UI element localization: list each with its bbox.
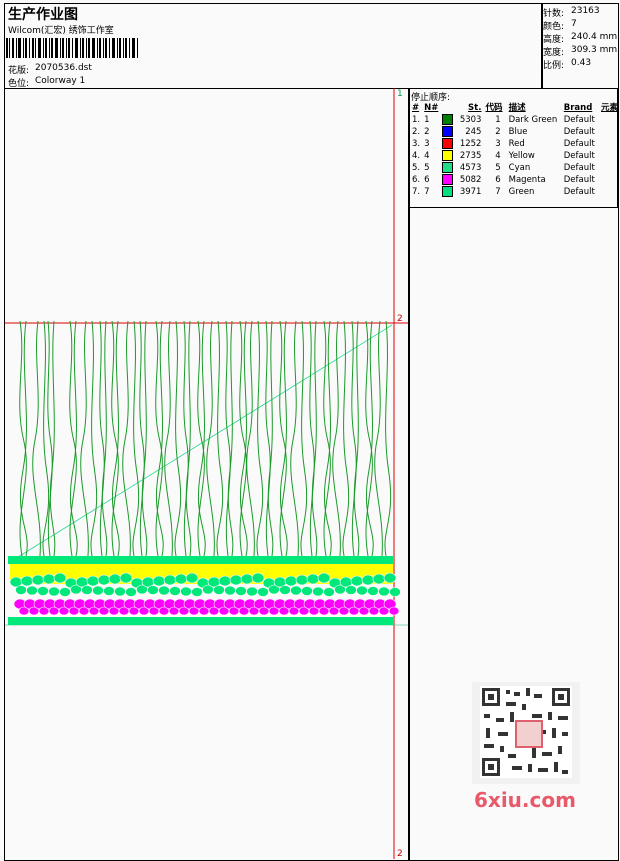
stone	[92, 585, 104, 596]
grass-strand	[47, 320, 53, 557]
stone	[389, 587, 401, 597]
grass-strand	[122, 320, 131, 557]
stone	[229, 574, 243, 586]
grass-strand	[227, 320, 234, 557]
stone	[59, 587, 71, 597]
stone	[103, 586, 115, 596]
grass-strand	[49, 320, 56, 557]
stone	[224, 585, 236, 596]
stone	[15, 585, 27, 595]
stone	[20, 575, 34, 587]
stone	[378, 586, 390, 597]
grass-strand	[342, 320, 350, 557]
grass-strand	[225, 320, 231, 557]
stone	[323, 587, 335, 597]
stone	[191, 587, 203, 597]
stone	[42, 573, 56, 585]
grass-strand	[300, 320, 308, 557]
stone	[169, 586, 181, 596]
grass-strands	[19, 320, 392, 557]
stone	[158, 585, 170, 596]
grass-strand	[290, 320, 299, 557]
stone	[53, 572, 67, 584]
stone	[119, 572, 133, 584]
grass-strand	[174, 320, 182, 557]
grass-strand	[246, 320, 255, 557]
grass-strand	[101, 320, 108, 557]
stone	[367, 586, 379, 596]
stone	[345, 585, 357, 595]
stone	[240, 573, 254, 585]
stone	[350, 575, 364, 587]
grass-strand	[42, 320, 50, 557]
grass-strand	[309, 320, 315, 557]
stone-cluster	[9, 572, 401, 616]
grass-strand	[185, 320, 192, 557]
production-sheet: 生产作业图 Wilcom(汇宏) 绣饰工作室 花版: 2070536.dst 色…	[0, 0, 620, 861]
grass-strand	[164, 320, 173, 557]
stone	[147, 585, 159, 595]
marker-1: 1	[397, 89, 403, 99]
grass-strand	[32, 320, 41, 557]
grass-strand	[216, 320, 224, 557]
stone	[213, 585, 225, 595]
stone	[108, 573, 122, 585]
stone	[48, 586, 60, 597]
stone	[388, 606, 400, 616]
red-seal-stamp	[515, 720, 543, 748]
marker-2: 2	[397, 314, 403, 324]
grass-strand	[256, 320, 264, 557]
stone	[284, 575, 298, 587]
stone	[180, 586, 192, 597]
top-green-band	[8, 556, 393, 564]
stone	[306, 573, 320, 585]
grass-strand	[90, 320, 98, 557]
grass-strand	[265, 320, 271, 557]
stone	[86, 575, 100, 587]
stone	[356, 585, 368, 596]
stone	[26, 585, 38, 596]
stone	[81, 585, 93, 595]
grass-strand	[80, 320, 89, 557]
stone	[125, 587, 137, 597]
stone	[361, 574, 375, 586]
stone	[163, 574, 177, 586]
stone	[218, 575, 232, 587]
grass-strand	[353, 320, 360, 557]
grass-strand	[206, 320, 215, 557]
stone	[257, 587, 269, 597]
stone	[174, 573, 188, 585]
stone	[251, 572, 265, 584]
stone	[290, 585, 302, 596]
grass-strand	[267, 320, 274, 557]
grass-strand	[374, 320, 383, 557]
bottom-green-band	[8, 617, 393, 625]
grass-strand	[139, 320, 145, 557]
grass-strand	[183, 320, 189, 557]
grass-strand	[311, 320, 318, 557]
stone	[152, 575, 166, 587]
stone	[97, 574, 111, 586]
stone	[235, 586, 247, 596]
stone	[317, 572, 331, 584]
grass-strand	[141, 320, 148, 557]
stone	[312, 586, 324, 597]
stone	[279, 585, 291, 595]
grass-strand	[351, 320, 357, 557]
stone	[31, 574, 45, 586]
stone	[372, 573, 386, 585]
grass-strand	[99, 320, 105, 557]
stone	[295, 574, 309, 586]
marker-3: 2	[397, 849, 403, 859]
grass-strand	[332, 320, 341, 557]
stone	[246, 586, 258, 597]
stone	[301, 586, 313, 596]
grass-strand	[384, 320, 392, 557]
stone	[383, 572, 397, 584]
stone	[37, 586, 49, 596]
stone	[114, 586, 126, 597]
stone	[185, 572, 199, 584]
grass-strand	[132, 320, 140, 557]
site-watermark: 6xiu.com	[474, 788, 576, 812]
